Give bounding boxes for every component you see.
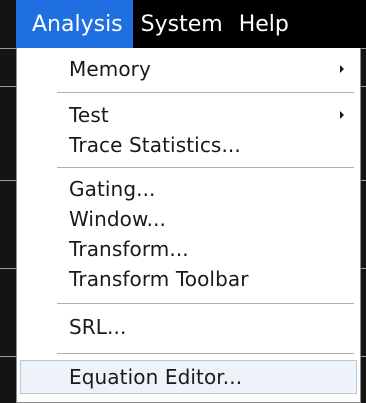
menu-item-label: Gating... [69, 177, 156, 201]
menu-separator [57, 353, 354, 357]
submenu-arrow-icon [340, 111, 344, 119]
menu-analysis[interactable]: Analysis [16, 0, 133, 48]
menu-system[interactable]: System [133, 0, 231, 48]
menu-item-transform[interactable]: Transform... [17, 232, 360, 266]
menu-item-label: SRL... [69, 315, 127, 339]
menu-item-test[interactable]: Test [17, 98, 360, 132]
menu-item-equation-editor[interactable]: Equation Editor... [20, 360, 357, 394]
menu-item-transform-toolbar[interactable]: Transform Toolbar [17, 262, 360, 296]
menu-help[interactable]: Help [231, 0, 297, 48]
menu-bar: Analysis System Help [16, 0, 366, 48]
menu-item-label: Window... [69, 207, 166, 231]
menu-separator [57, 167, 354, 171]
menu-item-label: Transform... [69, 237, 189, 261]
menu-item-label: Equation Editor... [69, 365, 243, 389]
submenu-arrow-icon [340, 65, 344, 73]
menu-separator [57, 92, 354, 96]
menu-item-trace-statistics[interactable]: Trace Statistics... [17, 128, 360, 162]
menu-item-memory[interactable]: Memory [17, 52, 360, 86]
menu-item-gating[interactable]: Gating... [17, 172, 360, 206]
menu-separator [57, 303, 354, 307]
analysis-dropdown-menu: Memory Test Trace Statistics... Gating..… [16, 48, 361, 403]
menu-item-label: Test [69, 103, 109, 127]
menu-item-label: Memory [69, 57, 151, 81]
menu-item-label: Trace Statistics... [69, 133, 241, 157]
menu-item-srl[interactable]: SRL... [17, 310, 360, 344]
menu-item-window[interactable]: Window... [17, 202, 360, 236]
menu-item-label: Transform Toolbar [69, 267, 249, 291]
